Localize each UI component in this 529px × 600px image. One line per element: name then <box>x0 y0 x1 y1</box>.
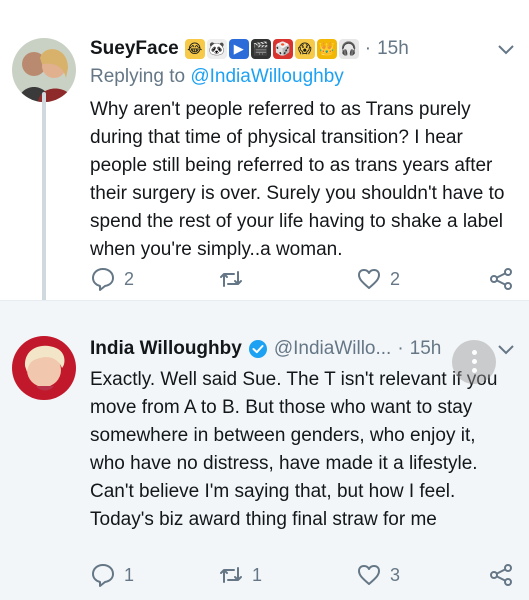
play-button-emoji-icon: ▶ <box>228 39 249 59</box>
tweet-actions: 1 1 3 <box>90 562 515 592</box>
reply-button[interactable]: 2 <box>90 266 134 292</box>
panda-emoji-icon: 🐼 <box>206 39 227 59</box>
tweet-header: SueyFace 😂 🐼 ▶ 🎬 🎲 😱 👑 🎧 · 15h <box>90 36 517 62</box>
separator-dot: · <box>364 38 372 59</box>
retweet-button[interactable] <box>218 266 252 292</box>
share-icon <box>490 564 512 586</box>
verified-badge-icon <box>248 340 267 358</box>
tweet-actions: 2 2 <box>90 266 515 296</box>
replying-to: Replying to @IndiaWilloughby <box>90 66 344 88</box>
tweet-text: Why aren't people referred to as Trans p… <box>90 99 505 260</box>
replying-to-label: Replying to <box>90 66 191 87</box>
display-name[interactable]: India Willoughby <box>90 338 242 360</box>
tweet-text: Exactly. Well said Sue. The T isn't rele… <box>90 369 498 530</box>
share-button[interactable] <box>488 562 514 588</box>
crown-emoji-icon: 👑 <box>316 39 337 59</box>
thread-line <box>42 92 46 302</box>
timestamp[interactable]: 15h <box>377 38 409 60</box>
heart-icon <box>358 565 380 585</box>
menu-dot-icon <box>472 350 477 355</box>
screaming-face-emoji-icon: 😱 <box>294 39 315 59</box>
reply-count: 2 <box>124 268 135 289</box>
like-count: 2 <box>390 268 401 289</box>
reply-count: 1 <box>124 564 135 585</box>
headphones-emoji-icon: 🎧 <box>338 39 359 59</box>
share-button[interactable] <box>488 266 514 292</box>
retweet-icon <box>220 271 242 287</box>
reply-icon <box>92 268 114 291</box>
avatar[interactable] <box>12 336 76 400</box>
menu-dot-icon <box>472 368 477 373</box>
heart-icon <box>358 269 380 289</box>
chevron-down-icon[interactable] <box>497 340 515 358</box>
display-name[interactable]: SueyFace <box>90 38 179 60</box>
laughing-emoji-icon: 😂 <box>184 39 205 59</box>
like-button[interactable]: 2 <box>356 266 400 292</box>
floating-menu-button[interactable] <box>452 340 496 384</box>
reply-icon <box>92 564 114 587</box>
name-emojis: 😂 🐼 ▶ 🎬 🎲 😱 👑 🎧 <box>184 39 359 59</box>
reply-handle-link[interactable]: @IndiaWilloughby <box>190 66 343 87</box>
retweet-button[interactable]: 1 <box>218 562 262 588</box>
avatar-photo <box>12 336 76 400</box>
tweet-india-willoughby[interactable]: India Willoughby @IndiaWillo... · 15h Ex… <box>0 312 529 600</box>
separator-dot: · <box>397 338 404 359</box>
tweet-divider <box>0 300 529 312</box>
retweet-count: 1 <box>252 564 263 585</box>
retweet-icon <box>220 567 242 583</box>
share-icon <box>490 268 512 290</box>
like-button[interactable]: 3 <box>356 562 400 588</box>
reply-button[interactable]: 1 <box>90 562 134 588</box>
timestamp[interactable]: 15h <box>410 338 442 360</box>
tweet-sueyface[interactable]: SueyFace 😂 🐼 ▶ 🎬 🎲 😱 👑 🎧 · 15h Replying … <box>0 0 529 302</box>
like-count: 3 <box>390 564 401 585</box>
chevron-down-icon[interactable] <box>497 40 515 58</box>
clapper-board-emoji-icon: 🎬 <box>250 39 271 59</box>
dice-emoji-icon: 🎲 <box>272 39 293 59</box>
menu-dot-icon <box>472 359 477 364</box>
user-handle[interactable]: @IndiaWillo... <box>274 338 392 360</box>
